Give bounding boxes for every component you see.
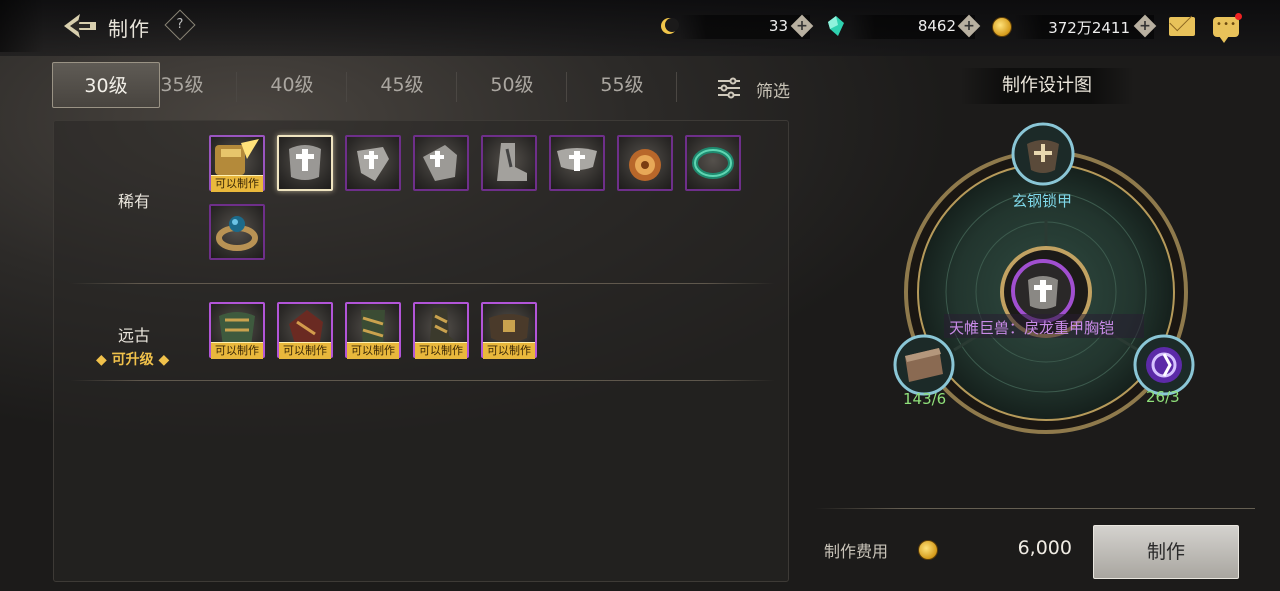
category-label-rare: 稀有: [118, 192, 151, 211]
craftable-badge: 可以制作: [347, 342, 399, 359]
rare-item-amulet[interactable]: [617, 135, 673, 191]
ancient-item-leggings[interactable]: 可以制作: [345, 302, 401, 359]
bracelet-icon: [692, 147, 734, 179]
tab-45[interactable]: 45级: [348, 62, 456, 108]
belt-armor-icon: [557, 148, 597, 171]
rare-item-belt[interactable]: [549, 135, 605, 191]
rare-item-ring[interactable]: [209, 204, 265, 260]
cost-value: 6,000: [1017, 537, 1072, 559]
tab-separator: [566, 72, 567, 102]
rare-item-bracelet[interactable]: [685, 135, 741, 191]
tab-separator: [236, 72, 237, 102]
gems-value: 8462: [917, 17, 956, 35]
boots-icon: [497, 143, 527, 181]
cost-label: 制作费用: [824, 542, 889, 561]
material-slot-right[interactable]: [1133, 334, 1195, 396]
gems-add-button[interactable]: +: [957, 14, 981, 38]
gold-value: 372万2411: [1048, 19, 1130, 37]
tab-40[interactable]: 40级: [238, 62, 346, 108]
top-material-name: 玄钢锁甲: [1012, 192, 1073, 210]
rare-item-chest-armor[interactable]: [277, 135, 333, 191]
right-material-count: 26/3: [1146, 388, 1180, 406]
energy-value: 33: [768, 17, 788, 35]
category-divider: [70, 380, 775, 381]
ancient-item-boots[interactable]: 可以制作: [413, 302, 469, 359]
craftable-badge: 可以制作: [211, 175, 263, 192]
cost-divider: [815, 508, 1255, 509]
material-slot-left[interactable]: [893, 334, 955, 396]
tab-35[interactable]: 35级: [128, 62, 236, 108]
notification-dot: [1235, 13, 1242, 20]
chat-icon[interactable]: [1213, 17, 1239, 43]
center-item-name: 天帷巨兽：戾龙重甲胸铠: [949, 319, 1115, 337]
tab-separator: [456, 72, 457, 102]
tab-55[interactable]: 55级: [568, 62, 676, 108]
category-divider: [70, 283, 775, 284]
shoulder-armor-icon: [357, 147, 389, 181]
ring-icon: [216, 216, 258, 251]
gold-coin-icon: [918, 540, 938, 560]
craftable-badge: 可以制作: [483, 342, 535, 359]
chest-armor-icon: [289, 145, 321, 180]
craftable-badge: 可以制作: [211, 342, 263, 359]
blueprint-title: 制作设计图: [960, 68, 1134, 104]
back-arrow-icon[interactable]: [62, 10, 98, 42]
category-label-ancient: 远古: [118, 326, 151, 345]
left-material-count: 143/6: [903, 390, 947, 408]
back-edge: [0, 0, 44, 52]
material-slot-top[interactable]: [1011, 122, 1075, 186]
rare-item-boots[interactable]: [481, 135, 537, 191]
ancient-item-belt[interactable]: 可以制作: [481, 302, 537, 359]
craftable-badge: 可以制作: [415, 342, 467, 359]
rare-item-shoulder[interactable]: [345, 135, 401, 191]
tab-separator: [346, 72, 347, 102]
tab-separator: [676, 72, 677, 102]
gloves-icon: [423, 145, 457, 181]
gold-coin-icon: [992, 17, 1012, 37]
gem-icon: [828, 16, 844, 36]
filter-label[interactable]: 筛选: [756, 77, 790, 102]
ancient-item-gloves[interactable]: 可以制作: [277, 302, 333, 359]
craftable-badge: 可以制作: [279, 342, 331, 359]
gold-add-button[interactable]: +: [1133, 14, 1157, 38]
amulet-icon: [629, 149, 661, 181]
page-title: 制作: [108, 17, 150, 41]
energy-add-button[interactable]: +: [790, 14, 814, 38]
filter-icon[interactable]: [716, 77, 742, 99]
ancient-item-chest[interactable]: 可以制作: [209, 302, 265, 359]
crescent-icon: [661, 18, 679, 34]
craft-button[interactable]: 制作: [1093, 525, 1239, 579]
rare-item-gloves[interactable]: [413, 135, 469, 191]
mail-icon[interactable]: [1169, 17, 1195, 36]
tab-50[interactable]: 50级: [458, 62, 566, 108]
upgrade-tag: ◆ 可升级 ◆: [96, 352, 170, 368]
rare-item-gauntlet[interactable]: 可以制作: [209, 135, 265, 192]
